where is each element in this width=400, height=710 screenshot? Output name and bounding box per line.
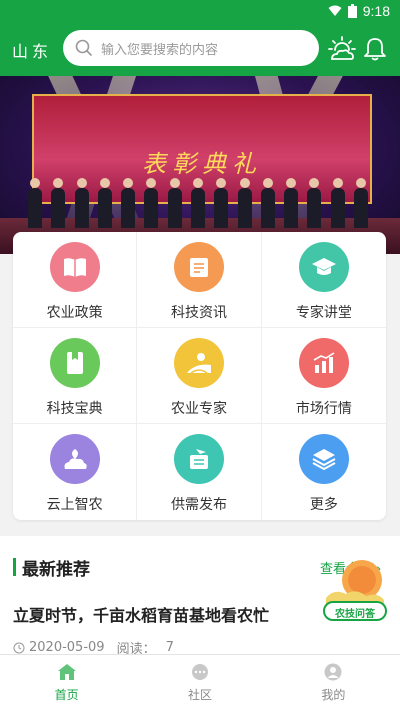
tab-label: 我的 — [321, 687, 346, 702]
grid-item-tech-manual[interactable]: 科技宝典 — [13, 328, 138, 424]
grid-item-market[interactable]: 市场行情 — [261, 328, 386, 424]
region-selector[interactable]: 山东 — [12, 38, 52, 62]
grid-item-label: 专家讲堂 — [295, 305, 352, 321]
award-recipients — [28, 178, 368, 228]
grid-item-tech-news[interactable]: 科技资讯 — [137, 232, 262, 328]
user-icon — [324, 663, 342, 680]
banner-carousel[interactable]: 表彰典礼 — [0, 76, 400, 254]
send-doc-icon — [173, 434, 224, 484]
bell-icon[interactable] — [362, 36, 388, 62]
layers-icon — [298, 434, 349, 484]
banner-headline: 表彰典礼 — [142, 150, 262, 178]
qa-badge-label: 农技问答 — [335, 609, 375, 620]
article-title[interactable]: 立夏时节，千亩水稻育苗基地看农忙 — [13, 602, 269, 626]
search-icon — [75, 39, 93, 57]
grid-item-more[interactable]: 更多 — [262, 424, 386, 520]
grid-item-agri-expert[interactable]: 农业专家 — [137, 328, 262, 424]
battery-icon — [347, 4, 357, 18]
grid-item-label: 云上智农 — [46, 497, 103, 513]
grid-item-label: 供需发布 — [170, 497, 227, 513]
top-header: 山东 输入您要搜索的内容 — [0, 24, 400, 76]
search-bar[interactable]: 输入您要搜索的内容 — [63, 30, 319, 66]
tab-community[interactable]: 社区 — [133, 655, 266, 710]
grid-item-expert-lecture[interactable]: 专家讲堂 — [261, 232, 386, 328]
wifi-icon — [328, 5, 342, 16]
tab-label: 社区 — [187, 687, 212, 702]
article-date: 2020-05-09 — [29, 640, 105, 655]
status-bar: 9:18 — [0, 0, 400, 24]
cloud-leaf-icon — [49, 434, 100, 484]
tab-label: 首页 — [54, 687, 79, 702]
bottom-tab-bar: 首页 社区 我的 — [0, 654, 400, 710]
grid-item-label: 农业政策 — [46, 305, 103, 321]
search-placeholder: 输入您要搜索的内容 — [101, 42, 219, 58]
clock-icon — [13, 642, 25, 653]
function-grid: 农业政策 科技资讯 专家讲堂 科技宝典 农业专家 市场行情 云上智农 供需发布 … — [13, 232, 386, 520]
grid-item-label: 市场行情 — [295, 401, 352, 417]
section-accent-bar — [13, 558, 16, 576]
news-icon — [173, 242, 224, 292]
grid-item-label: 农业专家 — [170, 401, 227, 417]
qa-floating-button[interactable]: 农技问答 — [322, 558, 388, 622]
status-time: 9:18 — [362, 3, 390, 19]
grid-item-label: 科技资讯 — [170, 305, 227, 321]
graduation-cap-icon — [298, 242, 349, 292]
field-icon — [173, 338, 224, 388]
bookmark-book-icon — [49, 338, 100, 388]
grid-item-agri-policy[interactable]: 农业政策 — [13, 232, 138, 328]
grid-item-label: 更多 — [309, 497, 338, 513]
chat-icon — [191, 663, 208, 680]
read-count: 7 — [165, 640, 174, 655]
tab-home[interactable]: 首页 — [0, 655, 133, 710]
grid-item-label: 科技宝典 — [46, 401, 103, 417]
tab-mine[interactable]: 我的 — [267, 655, 400, 710]
home-icon — [57, 663, 76, 680]
grid-item-cloud-farming[interactable]: 云上智农 — [13, 424, 138, 520]
weather-icon[interactable] — [328, 36, 356, 62]
section-title: 最新推荐 — [22, 560, 90, 580]
book-icon — [49, 242, 100, 292]
grid-item-supply-demand[interactable]: 供需发布 — [137, 424, 262, 520]
bar-chart-icon — [298, 338, 349, 388]
